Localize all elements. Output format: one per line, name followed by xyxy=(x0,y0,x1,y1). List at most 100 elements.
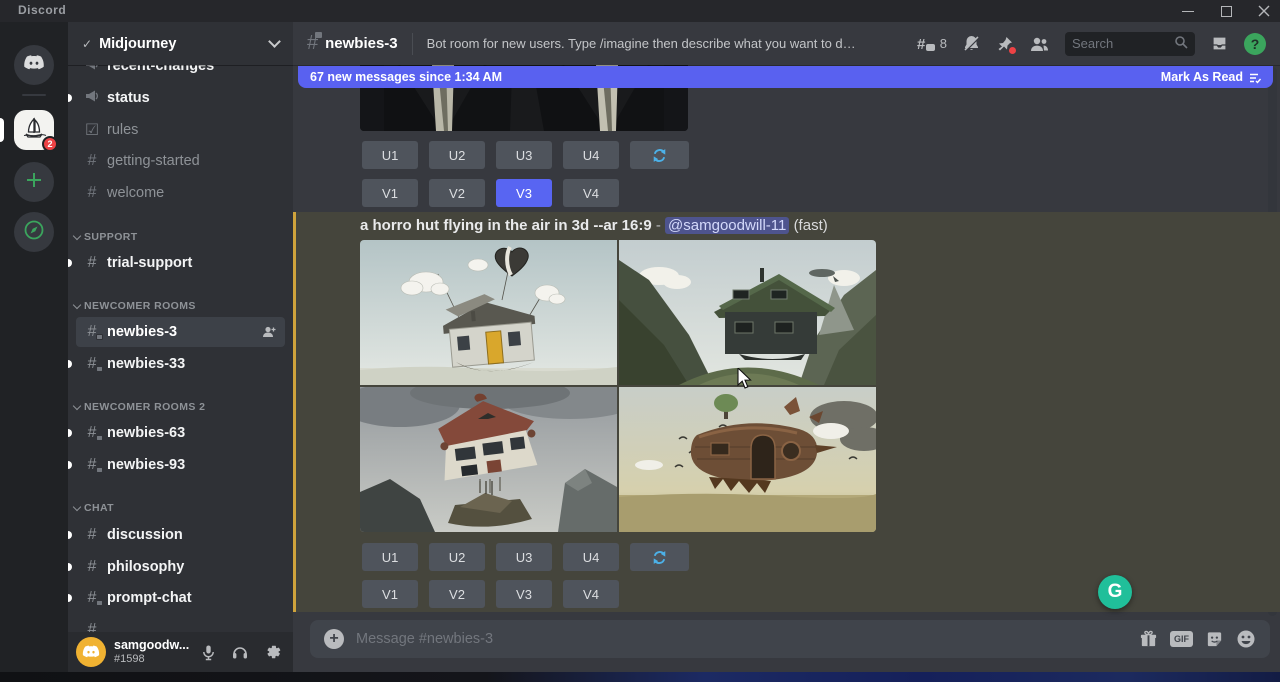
channel-getting-started[interactable]: # getting-started xyxy=(76,146,285,176)
user-discriminator: #1598 xyxy=(114,653,188,665)
message2-upscale-buttons: U1 U2 U3 U4 xyxy=(362,543,689,571)
mark-as-read-button[interactable]: Mark As Read xyxy=(1161,70,1261,84)
hash-bot-icon: # xyxy=(84,589,100,607)
rules-checklist-icon: ☑ xyxy=(84,120,100,140)
image-crooked-house[interactable] xyxy=(360,387,617,532)
v4-button[interactable]: V4 xyxy=(563,580,619,608)
unread-dot xyxy=(68,531,72,539)
channel-welcome[interactable]: # welcome xyxy=(76,178,285,208)
section-newcomer-rooms[interactable]: NEWCOMER ROOMS xyxy=(74,297,285,315)
home-button[interactable] xyxy=(14,45,54,85)
section-chat[interactable]: CHAT xyxy=(74,499,285,517)
server-icon-midjourney[interactable]: 2 xyxy=(14,110,54,150)
close-button[interactable] xyxy=(1258,5,1270,17)
v4-button[interactable]: V4 xyxy=(563,179,619,207)
avatar[interactable] xyxy=(76,637,106,667)
notifications-muted-button[interactable] xyxy=(962,34,981,53)
channel-newbies-33[interactable]: # newbies-33 xyxy=(76,349,285,379)
sticker-button[interactable] xyxy=(1205,630,1224,649)
attach-plus-icon[interactable]: + xyxy=(324,629,344,649)
explore-servers-button[interactable] xyxy=(14,212,54,252)
channel-partial[interactable]: # xyxy=(76,615,285,632)
new-messages-text: 67 new messages since 1:34 AM xyxy=(310,70,502,84)
app-title: Discord xyxy=(18,3,66,17)
new-messages-bar[interactable]: 67 new messages since 1:34 AM Mark As Re… xyxy=(298,66,1273,88)
message1-upscale-buttons: U1 U2 U3 U4 xyxy=(362,141,689,169)
channel-newbies-3[interactable]: # newbies-3 xyxy=(76,317,285,347)
minimize-button[interactable] xyxy=(1182,5,1194,17)
channel-status[interactable]: status xyxy=(76,83,285,113)
channel-topic[interactable]: Bot room for new users. Type /imagine th… xyxy=(427,36,857,51)
message-input[interactable]: + Message #newbies-3 GIF xyxy=(310,620,1270,658)
v2-button[interactable]: V2 xyxy=(429,179,485,207)
u4-button[interactable]: U4 xyxy=(563,141,619,169)
pinned-messages-button[interactable] xyxy=(996,35,1014,53)
inbox-button[interactable] xyxy=(1210,34,1229,53)
member-list-button[interactable] xyxy=(1029,35,1050,53)
image-steampunk-house[interactable] xyxy=(619,387,876,532)
u1-button[interactable]: U1 xyxy=(362,141,418,169)
prompt-line: a horro hut flying in the air in 3d --ar… xyxy=(360,217,828,234)
headphones-button[interactable] xyxy=(228,639,252,665)
channel-rules[interactable]: ☑ rules xyxy=(76,115,285,145)
generated-image-grid[interactable] xyxy=(360,240,876,532)
channel-sidebar: ✓ Midjourney recent-changes status ☑ rul… xyxy=(68,22,293,672)
discord-window: Discord 2 xyxy=(0,0,1280,682)
pin-alert-dot xyxy=(1009,47,1016,54)
hash-bot-icon: # xyxy=(84,424,100,442)
message-mention: a horro hut flying in the air in 3d --ar… xyxy=(293,212,1280,612)
v3-button-active[interactable]: V3 xyxy=(496,179,552,207)
gif-button[interactable]: GIF xyxy=(1170,631,1193,647)
u4-button[interactable]: U4 xyxy=(563,543,619,571)
chevron-down-icon xyxy=(73,231,81,239)
search-input[interactable]: Search xyxy=(1065,32,1195,56)
section-newcomer-rooms-2[interactable]: NEWCOMER ROOMS 2 xyxy=(74,398,285,416)
svg-text:#: # xyxy=(917,36,926,53)
unread-dot xyxy=(68,94,72,102)
add-server-button[interactable] xyxy=(14,162,54,202)
create-invite-icon[interactable] xyxy=(261,324,277,340)
channel-discussion[interactable]: # discussion xyxy=(76,520,285,550)
channel-recent-changes[interactable]: recent-changes xyxy=(76,65,285,81)
threads-button[interactable]: # 8 xyxy=(917,35,947,53)
reroll-button[interactable] xyxy=(630,141,689,169)
message-placeholder[interactable]: Message #newbies-3 xyxy=(356,631,1127,647)
v2-button[interactable]: V2 xyxy=(429,580,485,608)
u1-button[interactable]: U1 xyxy=(362,543,418,571)
maximize-button[interactable] xyxy=(1220,5,1232,17)
image-valley-cabin[interactable] xyxy=(619,240,876,385)
v1-button[interactable]: V1 xyxy=(362,580,418,608)
user-mention[interactable]: @samgoodwill-11 xyxy=(665,217,789,234)
chat-column: # newbies-3 Bot room for new users. Type… xyxy=(293,22,1280,672)
grammarly-badge[interactable]: G xyxy=(1098,575,1132,609)
emoji-button[interactable] xyxy=(1236,629,1256,649)
hash-icon: # xyxy=(84,558,100,576)
channel-newbies-63[interactable]: # newbies-63 xyxy=(76,418,285,448)
help-button[interactable]: ? xyxy=(1244,33,1266,55)
desktop-edge-strip xyxy=(0,672,1280,682)
section-support[interactable]: SUPPORT xyxy=(74,228,285,246)
settings-gear-button[interactable] xyxy=(261,639,285,665)
u3-button[interactable]: U3 xyxy=(496,543,552,571)
v1-button[interactable]: V1 xyxy=(362,179,418,207)
channel-prompt-chat[interactable]: # prompt-chat xyxy=(76,583,285,613)
image-balloon-house[interactable] xyxy=(360,240,617,385)
server-header[interactable]: ✓ Midjourney xyxy=(68,22,293,65)
unread-dot xyxy=(68,594,72,602)
u2-button[interactable]: U2 xyxy=(429,543,485,571)
mic-button[interactable] xyxy=(196,639,220,665)
reroll-button[interactable] xyxy=(630,543,689,571)
u3-button[interactable]: U3 xyxy=(496,141,552,169)
chevron-down-icon xyxy=(73,401,81,409)
server-name: Midjourney xyxy=(99,36,176,52)
header-divider xyxy=(412,33,413,55)
search-icon xyxy=(1174,35,1188,52)
v3-button[interactable]: V3 xyxy=(496,580,552,608)
channel-newbies-93[interactable]: # newbies-93 xyxy=(76,450,285,480)
gift-button[interactable] xyxy=(1139,630,1158,649)
channel-philosophy[interactable]: # philosophy xyxy=(76,552,285,582)
channel-trial-support[interactable]: # trial-support xyxy=(76,248,285,278)
chevron-down-icon xyxy=(73,502,81,510)
megaphone-icon xyxy=(84,88,100,108)
u2-button[interactable]: U2 xyxy=(429,141,485,169)
